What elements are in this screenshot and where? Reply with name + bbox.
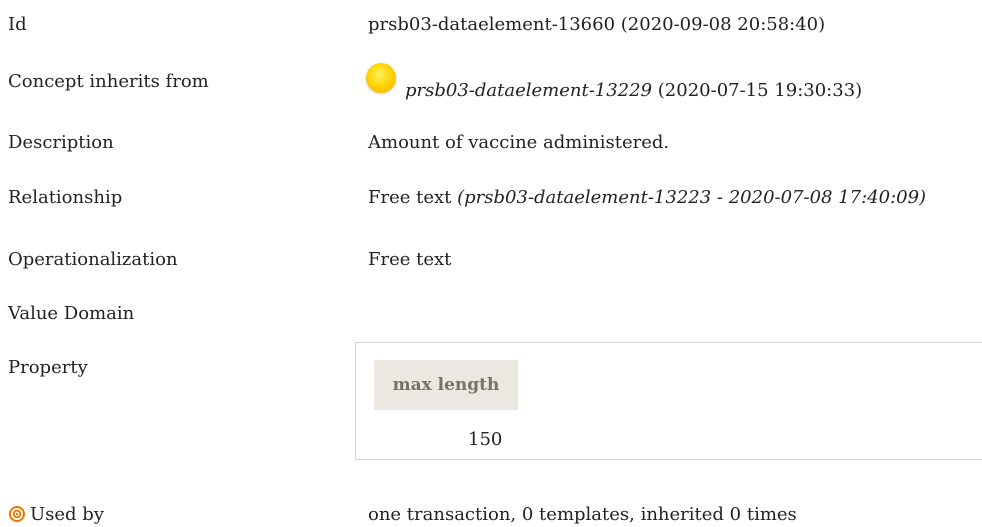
- value-domain-label: Value Domain: [8, 303, 135, 324]
- operationalization-value: Free text: [368, 249, 452, 270]
- used-by-value[interactable]: one transaction, 0 templates, inherited …: [368, 503, 797, 527]
- property-label: Property: [8, 357, 88, 378]
- id-value: prsb03-dataelement-13660 (2020-09-08 20:…: [368, 14, 826, 35]
- used-by-label: Used by: [30, 504, 104, 525]
- inherits-date: (2020-07-15 19:30:33): [657, 80, 863, 101]
- relationship-value: Free text (prsb03-dataelement-13223 - 20…: [368, 186, 926, 210]
- target-icon: [9, 506, 25, 522]
- description-label: Description: [8, 132, 114, 153]
- property-value-max-length: 150: [468, 429, 503, 450]
- relationship-ref-link[interactable]: (prsb03-dataelement-13223 - 2020-07-08 1…: [457, 187, 926, 208]
- property-header-max-length: max length: [374, 360, 518, 410]
- inherits-label: Concept inherits from: [8, 71, 209, 92]
- property-table: max length 150: [355, 342, 982, 460]
- inherits-ref-link[interactable]: prsb03-dataelement-13229: [405, 80, 652, 101]
- relationship-type: Free text: [368, 187, 452, 208]
- id-label: Id: [8, 14, 27, 35]
- description-value: Amount of vaccine administered.: [368, 132, 670, 153]
- operationalization-label: Operationalization: [8, 249, 178, 270]
- yellow-orb-icon: [366, 63, 396, 93]
- inherits-value: prsb03-dataelement-13229 (2020-07-15 19:…: [405, 79, 862, 103]
- relationship-label: Relationship: [8, 187, 123, 208]
